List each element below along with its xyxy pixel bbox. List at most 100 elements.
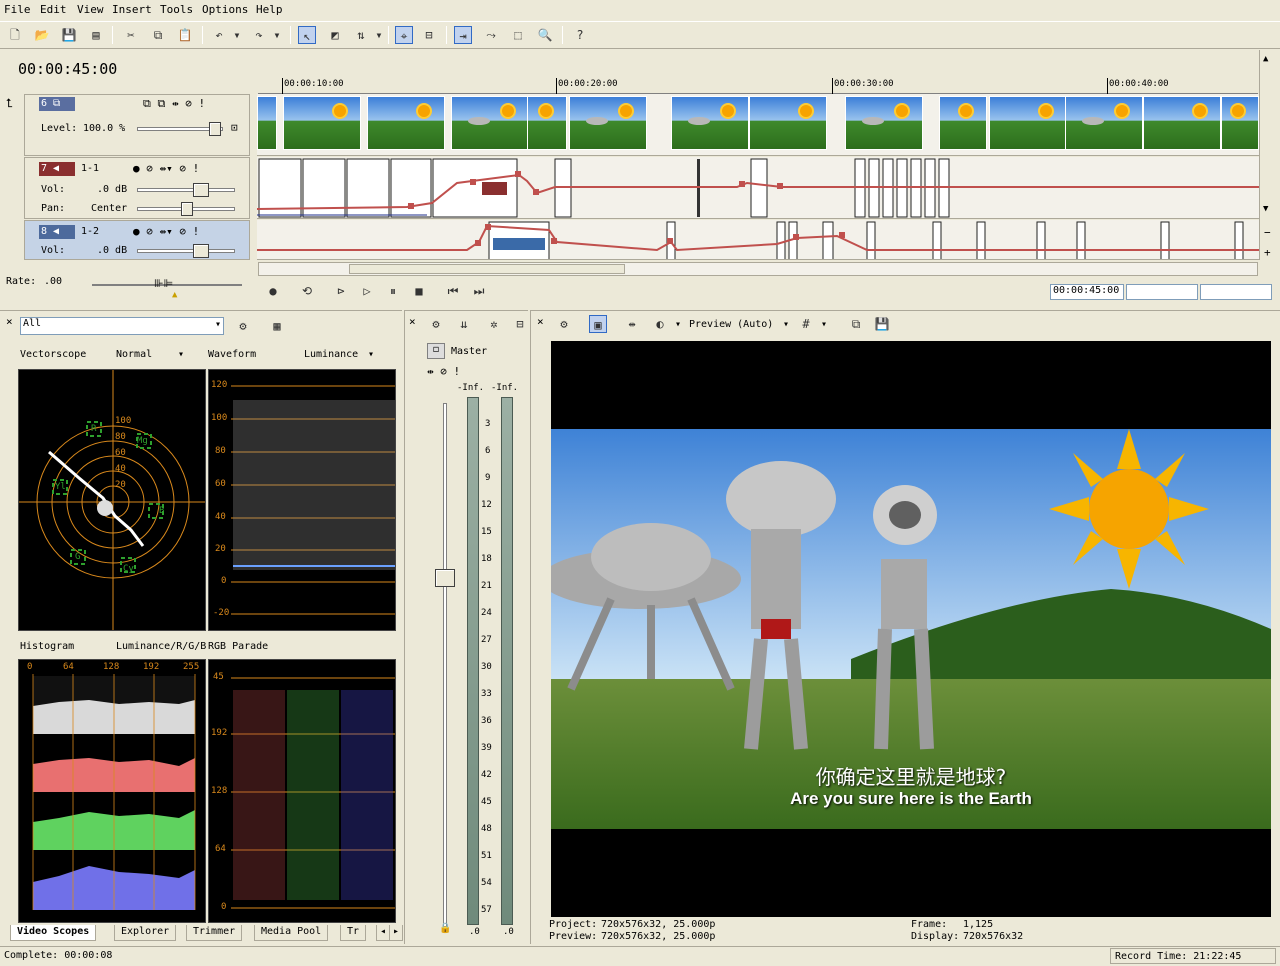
master-fader-thumb[interactable] bbox=[435, 569, 455, 587]
properties-icon[interactable]: ▤ bbox=[87, 26, 105, 44]
tab-transitions[interactable]: Tr bbox=[340, 925, 367, 941]
master-bus-icon[interactable]: ◻ bbox=[427, 343, 445, 359]
pause-icon[interactable]: ⏸ bbox=[384, 282, 402, 300]
audio-track-2[interactable] bbox=[257, 220, 1259, 260]
menu-help[interactable]: Help bbox=[256, 3, 283, 16]
lock-envelopes-icon[interactable]: ⇥ bbox=[454, 26, 472, 44]
extra-field[interactable] bbox=[1200, 284, 1272, 300]
what-is-this-icon[interactable]: ? bbox=[571, 26, 589, 44]
menu-insert[interactable]: Insert bbox=[112, 3, 152, 16]
zoom-in-icon[interactable]: + bbox=[1264, 246, 1271, 259]
stop-icon[interactable]: ■ bbox=[410, 282, 428, 300]
track-fx-icon[interactable]: ⧉ ⧉ ⇹ ⊘ ! bbox=[143, 97, 205, 111]
selection-tool-icon[interactable]: ⇅ bbox=[352, 26, 370, 44]
compositing-icon[interactable]: ⊡ bbox=[231, 121, 238, 134]
selection-rect-icon[interactable]: ⬚ bbox=[509, 26, 527, 44]
waveform-mode[interactable]: Luminance bbox=[304, 349, 358, 360]
scroll-up-icon[interactable]: ▲ bbox=[1263, 54, 1268, 64]
close-icon[interactable]: × bbox=[537, 315, 544, 328]
tab-explorer[interactable]: Explorer bbox=[114, 925, 177, 941]
mixer-properties-icon[interactable]: ⚙ bbox=[427, 315, 445, 333]
audio-track-1[interactable] bbox=[257, 157, 1259, 219]
paste-icon[interactable]: 📋 bbox=[176, 26, 194, 44]
scroll-thumb[interactable] bbox=[349, 264, 625, 274]
tool-dropdown-icon[interactable]: ▾ bbox=[374, 26, 384, 44]
chevron-down-icon[interactable]: ▾ bbox=[178, 349, 184, 360]
new-icon[interactable]: 🗋 bbox=[6, 26, 24, 44]
track-fx-icon[interactable]: ● ⊘ ⇹▾ ⊘ ! bbox=[133, 162, 199, 175]
split-screen-icon[interactable]: ◐ bbox=[651, 315, 669, 333]
tab-scroll-left-icon[interactable]: ◂ bbox=[376, 925, 391, 941]
scroll-down-icon[interactable]: ▼ bbox=[1263, 204, 1268, 214]
menu-view[interactable]: View bbox=[77, 3, 104, 16]
menu-options[interactable]: Options bbox=[202, 3, 248, 16]
master-fader-track[interactable] bbox=[443, 403, 447, 927]
envelope-tool-icon[interactable]: ◩ bbox=[326, 26, 344, 44]
loop-icon[interactable]: ⟲ bbox=[298, 282, 316, 300]
insert-fx-icon[interactable]: ✲ bbox=[485, 315, 503, 333]
track-header-audio-1[interactable]: 7 ◀ 1-1 ● ⊘ ⇹▾ ⊘ ! Vol: .0 dB Pan: Cente… bbox=[24, 157, 250, 219]
overlays-icon[interactable]: # bbox=[797, 315, 815, 333]
redo-icon[interactable]: ↷ bbox=[250, 26, 268, 44]
timeline-hscrollbar[interactable] bbox=[258, 262, 1258, 276]
normal-edit-tool-icon[interactable]: ↖ bbox=[298, 26, 316, 44]
volume-slider[interactable] bbox=[137, 249, 235, 253]
preview-quality[interactable]: Preview (Auto) bbox=[689, 319, 773, 330]
level-slider-thumb[interactable] bbox=[209, 122, 221, 136]
master-fx-icon[interactable]: ⇹ ⊘ ! bbox=[427, 365, 460, 378]
timeline-ruler[interactable]: 00:00:10:00 00:00:20:00 00:00:30:00 00:0… bbox=[258, 78, 1258, 94]
chevron-down-icon[interactable]: ▾ bbox=[368, 349, 374, 360]
menu-file[interactable]: File bbox=[4, 3, 31, 16]
video-track[interactable] bbox=[257, 94, 1259, 156]
record-icon[interactable]: ● bbox=[264, 282, 282, 300]
go-to-start-icon[interactable]: ⏮ bbox=[444, 282, 462, 300]
zoom-out-icon[interactable]: − bbox=[1264, 226, 1271, 239]
copy-icon[interactable]: ⧉ bbox=[149, 26, 167, 44]
volume-slider-thumb[interactable] bbox=[193, 183, 209, 197]
undo-dropdown-icon[interactable]: ▾ bbox=[232, 26, 242, 44]
menu-tools[interactable]: Tools bbox=[160, 3, 193, 16]
length-field[interactable] bbox=[1126, 284, 1198, 300]
downmix-icon[interactable]: ⊟ bbox=[511, 315, 529, 333]
chevron-down-icon[interactable]: ▾ bbox=[821, 319, 827, 330]
chevron-down-icon[interactable]: ▾ bbox=[675, 319, 681, 330]
redo-dropdown-icon[interactable]: ▾ bbox=[272, 26, 282, 44]
end-time-field[interactable]: 00:00:45:00 bbox=[1050, 284, 1124, 300]
cut-icon[interactable]: ✂ bbox=[122, 26, 140, 44]
go-to-end-icon[interactable]: ⏭ bbox=[470, 282, 488, 300]
volume-slider-thumb[interactable] bbox=[193, 244, 209, 258]
timeline-vscrollbar[interactable]: ▲ ▼ − + bbox=[1259, 50, 1277, 260]
snap-icon[interactable]: ⌖ bbox=[395, 26, 413, 44]
settings-icon[interactable]: ⚙ bbox=[234, 317, 252, 335]
insert-bus-icon[interactable]: ⇊ bbox=[455, 315, 473, 333]
volume-slider[interactable] bbox=[137, 188, 235, 192]
update-scopes-icon[interactable]: ▦ bbox=[268, 317, 286, 335]
expand-icon[interactable]: ⮤ bbox=[6, 96, 13, 111]
menu-edit[interactable]: Edit bbox=[40, 3, 67, 16]
auto-ripple-icon[interactable]: ⊟ bbox=[420, 26, 438, 44]
scope-filter-select[interactable]: All ▾ bbox=[20, 317, 224, 335]
play-icon[interactable]: ▷ bbox=[358, 282, 376, 300]
tab-scroll-right-icon[interactable]: ▸ bbox=[389, 925, 404, 941]
track-header-audio-2[interactable]: 8 ◀ 1-2 ● ⊘ ⇹▾ ⊘ ! Vol: .0 dB bbox=[24, 220, 250, 260]
lock-icon[interactable]: 🔒 bbox=[439, 923, 451, 934]
undo-icon[interactable]: ↶ bbox=[210, 26, 228, 44]
pan-slider-thumb[interactable] bbox=[181, 202, 193, 216]
preview-fx-icon[interactable]: ⇹ bbox=[623, 315, 641, 333]
tab-media-pool[interactable]: Media Pool bbox=[254, 925, 329, 941]
save-icon[interactable]: 💾 bbox=[60, 26, 78, 44]
play-from-start-icon[interactable]: ⊳ bbox=[332, 282, 350, 300]
rate-slider-thumb[interactable]: ⊪⊫ bbox=[154, 277, 173, 290]
open-icon[interactable]: 📂 bbox=[33, 26, 51, 44]
external-monitor-icon[interactable]: ▣ bbox=[589, 315, 607, 333]
close-icon[interactable]: × bbox=[409, 315, 416, 328]
preview-properties-icon[interactable]: ⚙ bbox=[555, 315, 573, 333]
vectorscope-mode[interactable]: Normal bbox=[116, 349, 152, 360]
zoom-tool-icon[interactable]: ⤳ bbox=[482, 26, 500, 44]
save-snapshot-icon[interactable]: 💾 bbox=[873, 315, 891, 333]
track-header-video[interactable]: 6 ⧉ ⧉ ⧉ ⇹ ⊘ ! Level: 100.0 % ⊡ bbox=[24, 94, 250, 156]
track-fx-icon[interactable]: ● ⊘ ⇹▾ ⊘ ! bbox=[133, 225, 199, 238]
tab-video-scopes[interactable]: Video Scopes bbox=[10, 925, 97, 941]
zoom-icon[interactable]: 🔍 bbox=[536, 26, 554, 44]
tab-trimmer[interactable]: Trimmer bbox=[186, 925, 243, 941]
